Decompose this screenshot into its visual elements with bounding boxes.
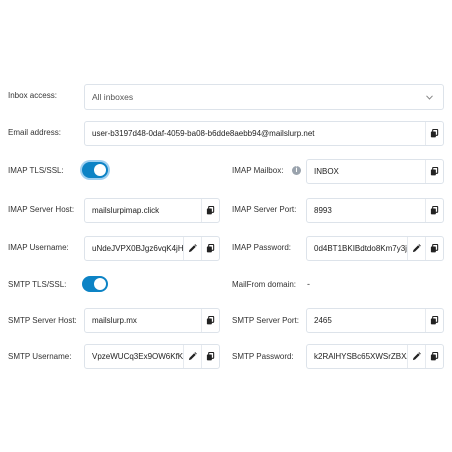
smtp-password-label: SMTP Password:: [232, 352, 294, 361]
edit-imap-username-button[interactable]: [183, 237, 201, 260]
smtp-password-value: k2RAlHYSBc65XWSrZBXAK: [314, 352, 407, 361]
copy-icon: [206, 244, 215, 253]
copy-smtp-password-button[interactable]: [425, 345, 443, 368]
toggle-knob: [94, 164, 106, 176]
chevron-down-icon: [423, 94, 435, 100]
mailfrom-domain-label: MailFrom domain:: [232, 280, 297, 289]
smtp-tls-toggle[interactable]: [82, 276, 108, 292]
imap-username-value: uNdeJVPX0BJgz6vqK4jH1N: [92, 244, 183, 253]
imap-mailbox-value: INBOX: [314, 167, 339, 176]
imap-tls-label: IMAP TLS/SSL:: [8, 166, 64, 175]
copy-icon: [430, 352, 439, 361]
smtp-username-value: VpzeWUCq3Ex9OW6KfKkL0: [92, 352, 183, 361]
imap-server-host-label: IMAP Server Host:: [8, 205, 75, 214]
copy-icon: [430, 167, 439, 176]
smtp-server-port-label: SMTP Server Port:: [232, 316, 299, 325]
copy-icon: [206, 316, 215, 325]
imap-server-host-field[interactable]: mailslurpimap.click: [84, 198, 220, 223]
info-icon[interactable]: i: [292, 166, 301, 175]
copy-imap-port-button[interactable]: [425, 199, 443, 222]
imap-password-label: IMAP Password:: [232, 243, 291, 252]
copy-icon: [430, 129, 439, 138]
smtp-server-host-value: mailslurp.mx: [92, 316, 137, 325]
inbox-access-label: Inbox access:: [8, 91, 57, 100]
edit-imap-password-button[interactable]: [407, 237, 425, 260]
imap-server-port-label: IMAP Server Port:: [232, 205, 297, 214]
copy-icon: [430, 244, 439, 253]
imap-server-port-field[interactable]: 8993: [306, 198, 444, 223]
imap-mailbox-label: IMAP Mailbox:: [232, 166, 284, 175]
mailfrom-domain-value: -: [307, 279, 310, 289]
copy-imap-password-button[interactable]: [425, 237, 443, 260]
smtp-server-port-value: 2465: [314, 316, 332, 325]
email-address-label: Email address:: [8, 128, 61, 137]
imap-password-field[interactable]: 0d4BT1BKIBdtdo8Km7y3jol: [306, 236, 444, 261]
smtp-server-port-field[interactable]: 2465: [306, 308, 444, 333]
imap-tls-toggle[interactable]: [82, 162, 108, 178]
pencil-icon: [188, 352, 197, 361]
copy-imap-username-button[interactable]: [201, 237, 219, 260]
pencil-icon: [188, 244, 197, 253]
copy-email-button[interactable]: [425, 122, 443, 145]
smtp-server-host-label: SMTP Server Host:: [8, 316, 77, 325]
smtp-server-host-field[interactable]: mailslurp.mx: [84, 308, 220, 333]
imap-server-host-value: mailslurpimap.click: [92, 206, 160, 215]
imap-server-port-value: 8993: [314, 206, 332, 215]
imap-mailbox-field[interactable]: INBOX: [306, 159, 444, 184]
imap-password-value: 0d4BT1BKIBdtdo8Km7y3jol: [314, 244, 407, 253]
pencil-icon: [412, 244, 421, 253]
copy-smtp-username-button[interactable]: [201, 345, 219, 368]
toggle-knob: [94, 278, 106, 290]
copy-smtp-port-button[interactable]: [425, 309, 443, 332]
smtp-password-field[interactable]: k2RAlHYSBc65XWSrZBXAK: [306, 344, 444, 369]
smtp-username-label: SMTP Username:: [8, 352, 72, 361]
email-address-field[interactable]: user-b3197d48-0daf-4059-ba08-b6dde8aebb9…: [84, 121, 444, 146]
copy-icon: [430, 316, 439, 325]
copy-imap-mailbox-button[interactable]: [425, 160, 443, 183]
copy-icon: [206, 352, 215, 361]
copy-smtp-host-button[interactable]: [201, 309, 219, 332]
imap-username-label: IMAP Username:: [8, 243, 69, 252]
smtp-username-field[interactable]: VpzeWUCq3Ex9OW6KfKkL0: [84, 344, 220, 369]
edit-smtp-password-button[interactable]: [407, 345, 425, 368]
copy-imap-host-button[interactable]: [201, 199, 219, 222]
copy-icon: [206, 206, 215, 215]
smtp-tls-label: SMTP TLS/SSL:: [8, 280, 67, 289]
email-address-value: user-b3197d48-0daf-4059-ba08-b6dde8aebb9…: [92, 129, 315, 138]
inbox-access-select[interactable]: All inboxes: [84, 84, 444, 110]
edit-smtp-username-button[interactable]: [183, 345, 201, 368]
pencil-icon: [412, 352, 421, 361]
copy-icon: [430, 206, 439, 215]
imap-username-field[interactable]: uNdeJVPX0BJgz6vqK4jH1N: [84, 236, 220, 261]
inbox-access-value: All inboxes: [92, 92, 134, 102]
